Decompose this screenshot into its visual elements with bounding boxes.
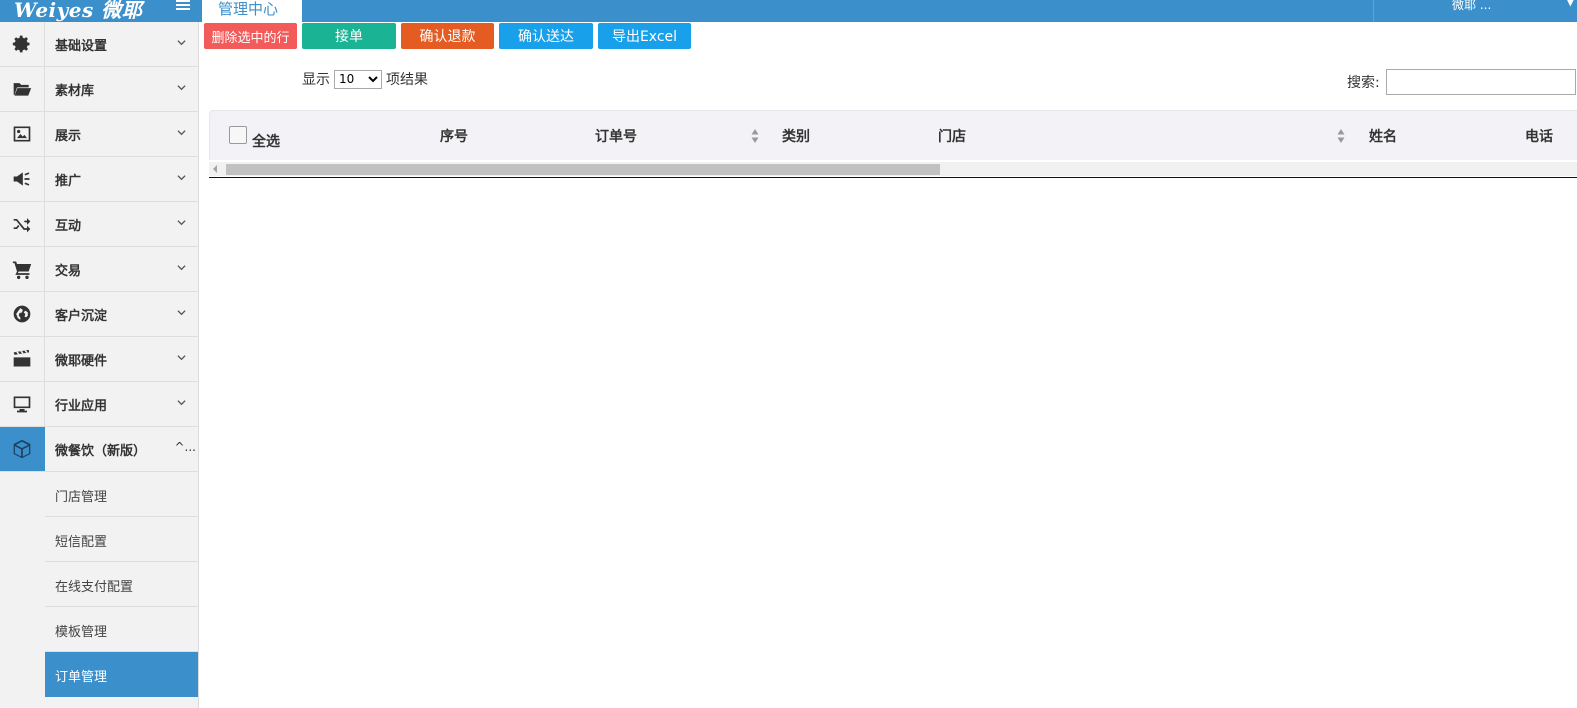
horizontal-scrollbar[interactable] xyxy=(209,162,1577,176)
sidebar-item-label: 交易 xyxy=(55,264,82,279)
sidebar-item-industry-apps[interactable]: 行业应用 xyxy=(0,382,198,427)
logo-area: Weiyes 微耶 xyxy=(0,0,198,22)
cart-icon xyxy=(0,247,45,291)
sidebar-item-interaction[interactable]: 互动 xyxy=(0,202,198,247)
sidebar-item-basic-settings[interactable]: 基础设置 xyxy=(0,22,198,67)
column-header-category[interactable]: 类别 xyxy=(782,126,810,146)
column-header-index[interactable]: 序号 xyxy=(440,126,468,146)
sidebar-item-material-library[interactable]: 素材库 xyxy=(0,67,198,112)
sidebar-subitem-label: 短信配置 xyxy=(55,535,108,550)
sidebar-item-label: 微耶硬件 xyxy=(55,354,108,369)
user-name: 微耶 ... xyxy=(1452,0,1492,12)
table-header: 全选 序号 订单号 类别 门店 姓名 电话 xyxy=(209,110,1577,160)
delete-selected-button[interactable]: 删除选中的行 xyxy=(204,23,297,49)
globe-icon xyxy=(0,292,45,336)
chevron-down-icon: ▼ xyxy=(1565,0,1575,8)
image-icon xyxy=(0,112,45,156)
page-length-control: 显示 10 项结果 xyxy=(302,69,428,89)
monitor-icon xyxy=(0,382,45,426)
accept-order-button[interactable]: 接单 xyxy=(302,23,396,49)
gear-icon xyxy=(0,22,45,66)
sidebar-subitem-label: 订单管理 xyxy=(55,670,108,685)
sidebar-item-label: 行业应用 xyxy=(55,399,108,414)
page-length-select[interactable]: 10 xyxy=(334,69,382,89)
shuffle-icon xyxy=(0,202,45,246)
sidebar: 基础设置 素材库 展示 推广 互动 交易 客户沉淀 微耶硬件 行业应用 微餐饮（… xyxy=(0,22,199,708)
sidebar-item-label: 展示 xyxy=(55,129,82,144)
search-input[interactable] xyxy=(1385,69,1576,95)
hamburger-menu-icon[interactable] xyxy=(176,0,190,10)
scroll-left-icon[interactable] xyxy=(213,165,217,173)
chevron-down-icon xyxy=(177,36,186,46)
export-excel-button[interactable]: 导出Excel xyxy=(598,23,691,49)
orders-table: 全选 序号 订单号 类别 门店 姓名 电话 xyxy=(209,110,1577,178)
sidebar-item-trade[interactable]: 交易 xyxy=(0,247,198,292)
sidebar-item-label: 推广 xyxy=(55,174,82,189)
page-length-suffix: 项结果 xyxy=(386,72,428,88)
confirm-refund-button[interactable]: 确认退款 xyxy=(401,23,494,49)
column-header-store[interactable]: 门店 xyxy=(938,126,966,146)
sidebar-subitem-label: 门店管理 xyxy=(55,490,108,505)
sort-icon[interactable] xyxy=(751,128,759,144)
sidebar-item-label: 微餐饮（新版） xyxy=(55,444,147,459)
chevron-down-icon xyxy=(177,216,186,226)
select-all-label: 全选 xyxy=(252,134,280,150)
sidebar-subitem-online-payment[interactable]: 在线支付配置 xyxy=(45,562,198,607)
sidebar-item-micro-catering[interactable]: 微餐饮（新版） ^... xyxy=(0,427,198,472)
cube-icon xyxy=(0,427,45,471)
user-menu[interactable]: 微耶 ... ▼ xyxy=(1373,0,1577,22)
logo: Weiyes 微耶 xyxy=(14,0,143,22)
sidebar-item-label: 客户沉淀 xyxy=(55,309,108,324)
sidebar-item-label: 互动 xyxy=(55,219,82,234)
sidebar-item-display[interactable]: 展示 xyxy=(0,112,198,157)
tab-label: 管理中心 xyxy=(218,0,279,18)
sidebar-subitem-sms-config[interactable]: 短信配置 xyxy=(45,517,198,562)
sidebar-subitem-label: 模板管理 xyxy=(55,625,108,640)
tab-management-center[interactable]: 管理中心 xyxy=(202,0,302,22)
sidebar-item-label: 素材库 xyxy=(55,84,95,99)
chevron-down-icon xyxy=(177,306,186,316)
column-header-phone[interactable]: 电话 xyxy=(1525,126,1553,146)
select-all-checkbox[interactable] xyxy=(229,126,247,144)
sidebar-subitem-store-management[interactable]: 门店管理 xyxy=(45,472,198,517)
sidebar-item-label: 基础设置 xyxy=(55,39,108,54)
column-header-order-no[interactable]: 订单号 xyxy=(595,126,637,146)
page-length-prefix: 显示 xyxy=(302,72,330,88)
sidebar-subitem-label: 在线支付配置 xyxy=(55,580,134,595)
folder-open-icon xyxy=(0,67,45,111)
chevron-down-icon xyxy=(177,81,186,91)
sidebar-item-customer[interactable]: 客户沉淀 xyxy=(0,292,198,337)
chevron-down-icon xyxy=(177,126,186,136)
chevron-down-icon xyxy=(177,171,186,181)
bullhorn-icon xyxy=(0,157,45,201)
sidebar-item-promotion[interactable]: 推广 xyxy=(0,157,198,202)
chevron-down-icon xyxy=(177,396,186,406)
search-label: 搜索: xyxy=(1347,75,1380,91)
column-header-name[interactable]: 姓名 xyxy=(1369,126,1397,146)
sidebar-subitem-template-management[interactable]: 模板管理 xyxy=(45,607,198,652)
chevron-up-icon: ^... xyxy=(174,440,197,454)
confirm-delivery-button[interactable]: 确认送达 xyxy=(499,23,593,49)
sidebar-item-hardware[interactable]: 微耶硬件 xyxy=(0,337,198,382)
film-clapper-icon xyxy=(0,337,45,381)
chevron-down-icon xyxy=(177,351,186,361)
search-control: 搜索: xyxy=(1347,69,1576,95)
sort-icon[interactable] xyxy=(1337,128,1345,144)
scrollbar-thumb[interactable] xyxy=(226,164,940,175)
sidebar-subitem-order-management[interactable]: 订单管理 xyxy=(45,652,198,697)
chevron-down-icon xyxy=(177,261,186,271)
